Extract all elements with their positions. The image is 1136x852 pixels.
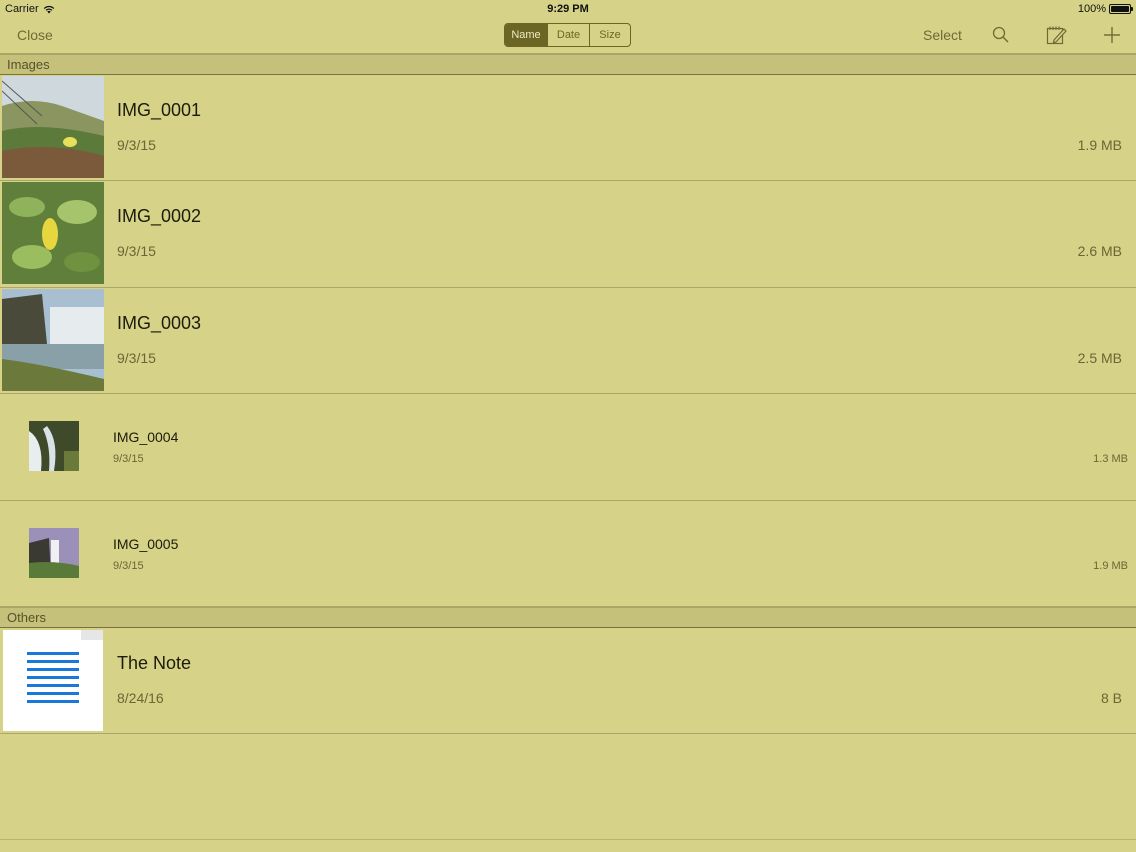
file-name: The Note [117,653,192,673]
battery-icon [1109,4,1133,14]
battery-percent: 100% [1077,3,1106,15]
file-name: IMG_0001 [117,100,202,120]
file-name: IMG_0004 [113,429,179,445]
file-row-img-0001[interactable]: IMG_0001 9/3/15 1.9 MB [0,75,1136,181]
close-button[interactable]: Close [17,27,53,43]
section-header-images: Images [0,54,1136,75]
file-size: 1.3 MB [1093,453,1128,465]
battery-indicator: 100% [1077,3,1133,15]
section-header-others: Others [0,607,1136,628]
document-icon [3,630,103,731]
file-size: 2.5 MB [1077,350,1122,366]
file-row-the-note[interactable]: The Note 8/24/16 8 B [0,628,1136,734]
add-icon[interactable] [1101,24,1123,46]
sort-name-segment[interactable]: Name [505,24,547,46]
file-date: 9/3/15 [117,243,156,259]
file-date: 9/3/15 [117,137,156,153]
file-date: 8/24/16 [117,690,164,706]
image-thumbnail [29,528,79,578]
image-thumbnail [29,421,79,471]
file-row-img-0004[interactable]: IMG_0004 9/3/15 1.3 MB [0,394,1136,501]
file-date: 9/3/15 [113,560,144,572]
file-size: 1.9 MB [1093,560,1128,572]
clock: 9:29 PM [547,3,589,15]
file-row-img-0005[interactable]: IMG_0005 9/3/15 1.9 MB [0,501,1136,607]
file-size: 1.9 MB [1077,137,1122,153]
file-row-img-0003[interactable]: IMG_0003 9/3/15 2.5 MB [0,288,1136,394]
bottom-divider [0,839,1136,840]
status-bar: Carrier 9:29 PM 100% [0,0,1136,18]
file-size: 2.6 MB [1077,243,1122,259]
file-row-img-0002[interactable]: IMG_0002 9/3/15 2.6 MB [0,181,1136,288]
file-name: IMG_0003 [117,313,202,333]
file-date: 9/3/15 [117,350,156,366]
select-button[interactable]: Select [923,27,962,43]
file-name: IMG_0002 [117,206,202,226]
navigation-bar: Close Name Date Size Select [0,18,1136,54]
file-name: IMG_0005 [113,536,179,552]
search-icon[interactable] [990,24,1012,46]
compose-icon[interactable] [1045,24,1067,46]
image-thumbnail [2,289,104,391]
sort-segmented-control: Name Date Size [504,23,631,47]
image-thumbnail [2,76,104,178]
sort-size-segment[interactable]: Size [589,24,630,46]
file-date: 9/3/15 [113,453,144,465]
file-size: 8 B [1100,690,1122,706]
sort-date-segment[interactable]: Date [547,24,589,46]
image-thumbnail [2,182,104,284]
